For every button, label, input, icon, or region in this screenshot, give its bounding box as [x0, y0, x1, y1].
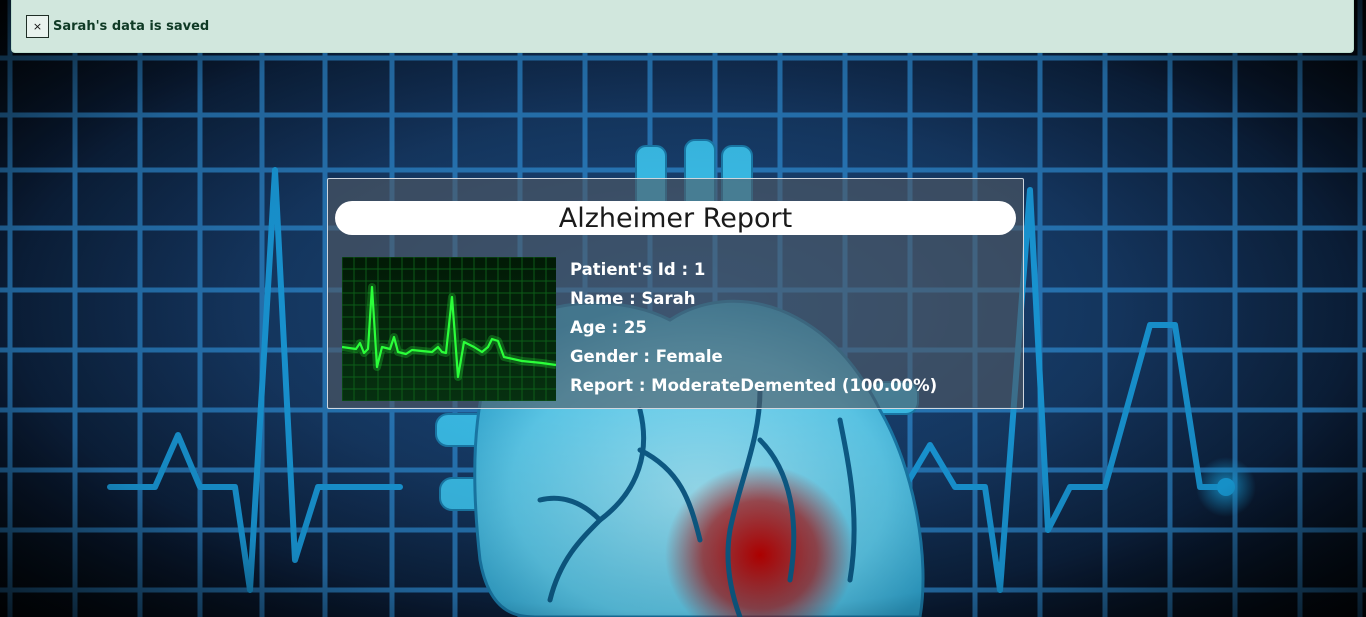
page-background: × Sarah's data is saved Alzheimer Report…	[0, 0, 1366, 617]
patient-details: Patient's Id : 1 Name : Sarah Age : 25 G…	[570, 255, 1010, 400]
patient-name-field: Name : Sarah	[570, 289, 696, 308]
report-title: Alzheimer Report	[335, 201, 1016, 235]
report-card: Alzheimer Report Patient's Id : 1 Name :…	[327, 178, 1024, 409]
patient-id-field: Patient's Id : 1	[570, 260, 706, 279]
alert-message: Sarah's data is saved	[53, 18, 210, 34]
patient-age-field: Age : 25	[570, 318, 647, 337]
success-alert: × Sarah's data is saved	[11, 0, 1354, 53]
patient-gender-field: Gender : Female	[570, 347, 723, 366]
close-icon[interactable]: ×	[26, 14, 49, 38]
ecg-monitor-image	[342, 257, 556, 401]
close-button-label[interactable]: ×	[33, 20, 42, 33]
patient-report-field: Report : ModerateDemented (100.00%)	[570, 376, 938, 395]
